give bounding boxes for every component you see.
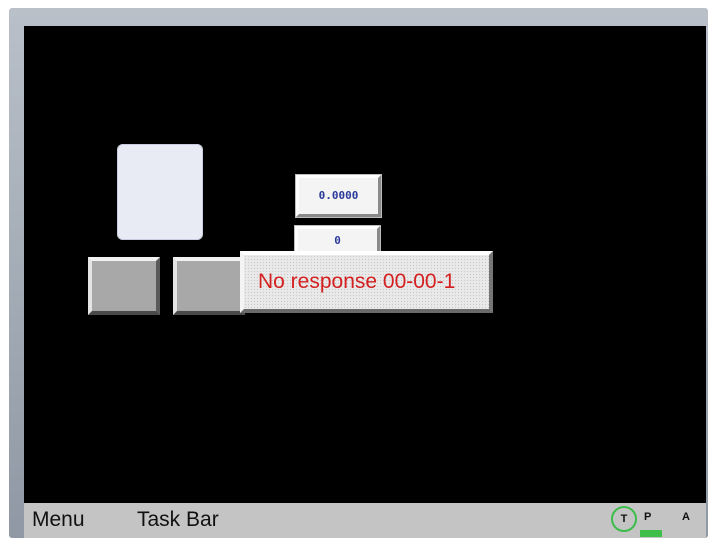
p-active-bar — [640, 530, 662, 537]
error-message-box: No response 00-00-1 — [240, 251, 493, 313]
push-button-2[interactable] — [173, 257, 245, 315]
t-indicator-label: T — [620, 513, 628, 525]
numeric-display-1: 0.0000 — [295, 174, 382, 218]
p-status-indicator[interactable]: P — [644, 511, 651, 523]
task-bar: Menu Task Bar T P A — [24, 503, 706, 538]
indicator-lamp — [117, 144, 203, 240]
task-bar-title: Task Bar — [137, 508, 219, 531]
menu-button[interactable]: Menu — [32, 508, 85, 532]
t-status-indicator[interactable]: T — [611, 506, 637, 532]
error-message-text: No response 00-00-1 — [258, 270, 456, 293]
push-button-1[interactable] — [88, 257, 160, 315]
a-status-indicator[interactable]: A — [682, 511, 690, 523]
